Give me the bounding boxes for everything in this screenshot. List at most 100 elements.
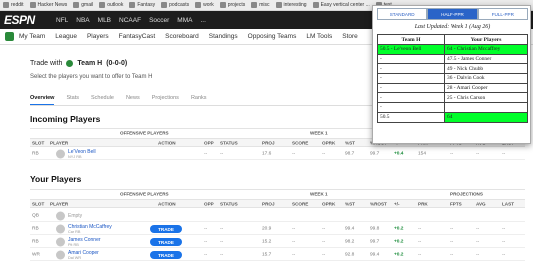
espn-nav-item[interactable]: MLB — [98, 17, 111, 24]
subnav-item[interactable]: Store — [342, 33, 358, 40]
team-total: 50.5 — [377, 111, 445, 123]
bookmark-item[interactable]: interesting — [275, 2, 307, 8]
column-header-last: LAST — [502, 201, 514, 206]
scoring-format-tabs: STANDARD HALF-PPR FULL-PPR — [377, 8, 528, 20]
subnav-item[interactable]: FantasyCast — [119, 33, 156, 40]
stat-oprk: -- — [322, 151, 326, 156]
stat-st: 98.2 — [345, 239, 355, 244]
slot-label: RB — [32, 239, 39, 244]
column-header-player: PLAYER — [50, 140, 69, 145]
subnav-item[interactable]: Scoreboard — [165, 33, 199, 40]
player-row: RB James Conner Pit RB TRADE -- -- 15.2 -- -- 98.… — [30, 236, 525, 248]
your-player-value: 49 - Nick Chubb — [444, 63, 528, 75]
bookmark-icon — [219, 2, 226, 8]
bookmark-item[interactable]: podcasts — [161, 2, 189, 8]
column-header-action: ACTION — [158, 201, 176, 206]
team-player-value: 50.5 - Le'veon Bell — [377, 44, 445, 55]
your-players-title: Your Players — [30, 174, 82, 184]
subnav-item[interactable]: Players — [87, 33, 109, 40]
bookmark-item[interactable]: misc — [251, 2, 270, 8]
column-header-status: STATUS — [220, 140, 238, 145]
subnav-item[interactable]: Standings — [209, 33, 238, 40]
bookmark-item[interactable]: work — [195, 2, 214, 8]
column-header-score: SCORE — [292, 201, 309, 206]
espn-nav-item[interactable]: NBA — [76, 17, 89, 24]
stat-prk: -- — [418, 252, 422, 257]
player-headshot — [56, 149, 65, 158]
stat-avg: -- — [476, 239, 480, 244]
team-player-value: - — [377, 82, 445, 94]
bookmark-icon — [161, 2, 168, 8]
bookmark-item[interactable]: projects — [219, 2, 245, 8]
bookmark-item[interactable]: gmail — [73, 2, 93, 8]
bookmark-label: Easy vertical center ... — [320, 2, 370, 8]
column-header-action: ACTION — [158, 140, 176, 145]
your-player-value — [444, 102, 528, 113]
subnav-item[interactable]: League — [55, 33, 77, 40]
bookmark-icon — [129, 2, 136, 8]
bookmark-item[interactable]: reddit — [3, 2, 24, 8]
stat-score: -- — [292, 226, 296, 231]
scoring-tab[interactable]: FULL-PPR — [477, 8, 528, 20]
stat-pm: +0.4 — [394, 151, 404, 156]
column-header-oprk: OPRK — [322, 140, 336, 145]
trade-button[interactable]: TRADE — [150, 238, 182, 246]
bookmark-label: reddit — [11, 2, 24, 8]
slot-label: QB — [32, 213, 39, 218]
subnav-item[interactable]: My Team — [19, 33, 45, 40]
stat-score: -- — [292, 239, 296, 244]
player-row: QB Empty — [30, 210, 525, 222]
bookmark-item[interactable]: Easy vertical center ... — [312, 2, 370, 8]
stat-fpts: -- — [450, 151, 454, 156]
trade-button[interactable]: TRADE — [150, 225, 182, 233]
subnav-item[interactable]: LM Tools — [306, 33, 332, 40]
column-header-player: PLAYER — [50, 201, 69, 206]
projections-group-label: PROJECTIONS — [450, 191, 483, 197]
espn-nav-item[interactable]: ... — [200, 17, 205, 24]
bookmark-item[interactable]: Fantasy — [129, 2, 155, 8]
stat-st: 99.4 — [345, 226, 355, 231]
trade-value-table: Team H Your Players 50.5 - Le'veon Bell 6… — [377, 34, 528, 123]
stat-prk: 154 — [418, 151, 427, 156]
column-header-proj: PROJ — [262, 201, 275, 206]
bookmark-label: work — [203, 2, 214, 8]
your-total: 64 — [444, 111, 528, 123]
slot-label: RB — [32, 151, 39, 156]
offense-group-label: OFFENSIVE PLAYERS — [120, 130, 169, 136]
stat-avg: -- — [476, 151, 480, 156]
stat-last: -- — [502, 151, 506, 156]
scoring-tab[interactable]: HALF-PPR — [427, 8, 478, 20]
stat-proj: 17.6 — [262, 151, 272, 156]
stat-st: 92.8 — [345, 252, 355, 257]
stat-rost: 99.8 — [370, 226, 380, 231]
trade-value-row: -28 - Amari Cooper — [377, 82, 528, 94]
slot-label: RB — [32, 226, 39, 231]
espn-nav-item[interactable]: NFL — [56, 17, 68, 24]
your-player-value: 25 - Chris Carson — [444, 92, 528, 104]
bookmark-icon — [251, 2, 258, 8]
player-name: Empty — [68, 212, 83, 219]
espn-nav-item[interactable]: NCAAF — [119, 17, 141, 24]
column-header-avg: AVG — [476, 201, 486, 206]
column-header-st: %ST — [345, 201, 355, 206]
trade-value-row: -25 - Chris Carson — [377, 92, 528, 104]
scoring-tab[interactable]: STANDARD — [377, 8, 428, 20]
espn-logo[interactable]: ESPN — [4, 13, 48, 27]
stat-prk: -- — [418, 226, 422, 231]
bookmark-item[interactable]: Hacker News — [29, 2, 67, 8]
stat-pm: +0.2 — [394, 239, 404, 244]
espn-nav-item[interactable]: MMA — [177, 17, 192, 24]
last-updated-label: Last Updated: Week 1 (Aug 26) — [414, 24, 491, 30]
trade-button[interactable]: TRADE — [150, 251, 182, 259]
stat-rost: 99.7 — [370, 151, 380, 156]
column-header-rost: %ROST — [370, 201, 387, 206]
week-group-label: WEEK 1 — [310, 191, 328, 197]
subnav-item[interactable]: Opposing Teams — [248, 33, 297, 40]
bookmark-label: interesting — [283, 2, 307, 8]
player-row: RB Le'Veon Bell NYJ RB -- -- 17.6 -- -- 98.7 99.7… — [30, 148, 525, 160]
bookmark-item[interactable]: outlook — [99, 2, 123, 8]
incoming-players-title: Incoming Players — [30, 114, 101, 124]
espn-nav-item[interactable]: Soccer — [149, 17, 169, 24]
column-header-status: STATUS — [220, 201, 238, 206]
trade-value-row: - — [377, 102, 528, 113]
